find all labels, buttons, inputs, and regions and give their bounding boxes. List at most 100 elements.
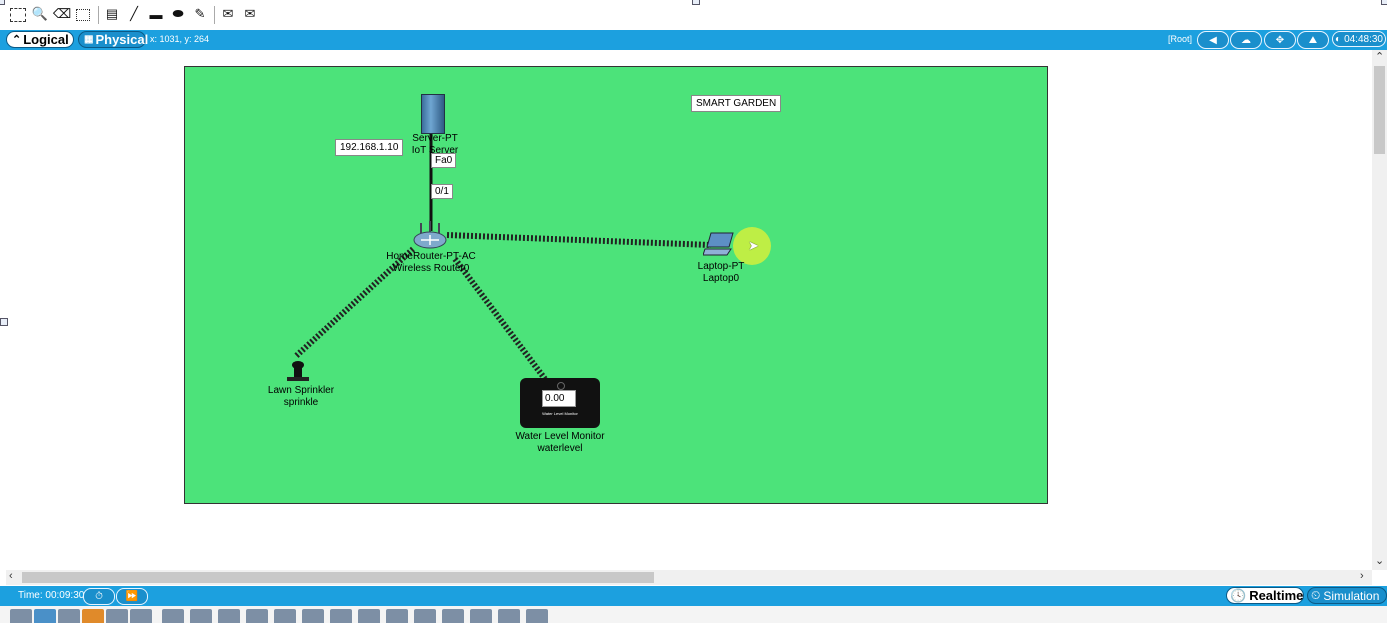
water-model: Water Level Monitor xyxy=(515,431,605,442)
inspect-icon[interactable]: 🔍 xyxy=(32,6,48,22)
device-model-icon[interactable] xyxy=(386,609,408,623)
device-model-icon[interactable] xyxy=(302,609,324,623)
simple-pdu-icon[interactable]: ✉ xyxy=(220,6,236,22)
tab-physical-label: Physical xyxy=(95,32,149,47)
toolbar-divider xyxy=(98,6,99,24)
complex-pdu-icon[interactable]: ✉ xyxy=(242,6,258,22)
move-icon: ✥ xyxy=(1275,34,1285,46)
connection-category-icon[interactable] xyxy=(82,609,104,623)
device-model-icon[interactable] xyxy=(414,609,436,623)
realtime-mode-button[interactable]: 🕓 Realtime xyxy=(1226,587,1304,604)
component-category-icon[interactable] xyxy=(130,609,152,623)
ip-note[interactable]: 192.168.1.10 xyxy=(335,139,404,156)
logical-workspace[interactable]: SMART GARDEN 192.168.1.10 Fa0 0/1 Server… xyxy=(0,50,1387,570)
time-bar: Time: 00:09:30 ⏱ ⏩ 🕓 Realtime ⏲ Simulati… xyxy=(0,586,1387,606)
hub-category-icon[interactable] xyxy=(58,609,80,623)
device-model-icon[interactable] xyxy=(190,609,212,623)
root-breadcrumb[interactable]: [Root] xyxy=(1168,34,1192,44)
logical-icon: ⌃ xyxy=(12,34,22,46)
router-name: Wireless Router0 xyxy=(392,263,470,274)
scroll-left-icon[interactable]: ‹ xyxy=(9,570,13,582)
wireless-link-water xyxy=(452,257,548,381)
horizontal-scrollbar[interactable]: ‹ › xyxy=(6,570,1372,585)
physical-icon: ▦ xyxy=(84,34,94,45)
new-cluster-button[interactable]: ☁ xyxy=(1230,31,1262,49)
laptop-name: Laptop0 xyxy=(702,273,740,284)
vertical-scroll-thumb[interactable] xyxy=(1374,66,1385,154)
router-category-icon[interactable] xyxy=(10,609,32,623)
vertical-scrollbar[interactable]: ⌃ ⌄ xyxy=(1372,50,1387,570)
device-model-icon[interactable] xyxy=(470,609,492,623)
cursor-coordinates: x: 1031, y: 264 xyxy=(150,34,210,44)
water-label: Water Level Monitor waterlevel xyxy=(515,431,604,455)
switch-category-icon[interactable] xyxy=(34,609,56,623)
water-monitor-device[interactable]: 0.00 Water Level Monitor xyxy=(520,378,600,428)
end-device-category-icon[interactable] xyxy=(106,609,128,623)
select-icon[interactable] xyxy=(10,8,26,22)
line-icon[interactable]: ╱ xyxy=(126,6,142,22)
device-model-icon[interactable] xyxy=(246,609,268,623)
mouse-pointer-icon: ➤ xyxy=(748,238,759,253)
sprinkler-device[interactable] xyxy=(285,359,311,383)
sprinkler-name: sprinkle xyxy=(283,397,319,408)
device-model-icon[interactable] xyxy=(330,609,352,623)
viewport-icon: ◐ xyxy=(1335,33,1342,45)
water-screen-caption: Water Level Monitor xyxy=(542,411,578,416)
freeform-icon[interactable]: ✎ xyxy=(192,6,208,22)
fast-forward-button[interactable]: ⏩ xyxy=(116,588,148,605)
wireless-router-icon xyxy=(413,221,447,249)
back-button[interactable]: ◀ xyxy=(1197,31,1229,49)
wireless-link-laptop xyxy=(446,232,712,248)
device-model-icon[interactable] xyxy=(218,609,240,623)
resize-handle[interactable] xyxy=(0,318,8,326)
simulation-mode-button[interactable]: ⏲ Simulation xyxy=(1307,587,1387,604)
cluster-canvas[interactable]: SMART GARDEN 192.168.1.10 Fa0 0/1 Server… xyxy=(184,66,1048,504)
laptop-model: Laptop-PT xyxy=(697,261,745,272)
device-model-icon[interactable] xyxy=(526,609,548,623)
status-led xyxy=(557,382,565,390)
toolbar-divider xyxy=(214,6,215,24)
clock-button[interactable]: ◐ 04:48:30 xyxy=(1332,31,1386,47)
note-icon[interactable]: ▤ xyxy=(104,6,120,22)
resize-handle[interactable] xyxy=(0,0,5,5)
sprinkler-model: Lawn Sprinkler xyxy=(267,385,335,396)
resize-icon[interactable] xyxy=(76,9,90,21)
image-icon: ⛰ xyxy=(1308,34,1318,46)
delete-icon[interactable]: ⌫ xyxy=(53,6,71,22)
tab-logical[interactable]: ⌃ Logical xyxy=(6,31,74,48)
background-image-button[interactable]: ⛰ xyxy=(1297,31,1329,49)
device-model-icon[interactable] xyxy=(162,609,184,623)
device-palette xyxy=(0,606,1387,623)
scroll-right-icon[interactable]: › xyxy=(1360,570,1364,582)
power-cycle-button[interactable]: ⏱ xyxy=(83,588,115,605)
mode-bar: ⌃ Logical ▦ Physical x: 1031, y: 264 [Ro… xyxy=(0,30,1387,50)
clock-time: 04:48:30 xyxy=(1344,33,1383,45)
rectangle-icon[interactable]: ▬ xyxy=(148,6,164,22)
server-model: Server-PT xyxy=(412,133,458,144)
laptop-device[interactable] xyxy=(702,231,737,257)
tab-logical-label: Logical xyxy=(23,32,69,47)
tab-physical[interactable]: ▦ Physical xyxy=(78,31,149,48)
simulation-label: Simulation xyxy=(1323,588,1380,603)
device-model-icon[interactable] xyxy=(442,609,464,623)
server-device[interactable] xyxy=(421,94,445,134)
move-object-button[interactable]: ✥ xyxy=(1264,31,1296,49)
title-note[interactable]: SMART GARDEN xyxy=(691,95,782,112)
horizontal-scroll-thumb[interactable] xyxy=(22,572,654,583)
device-model-icon[interactable] xyxy=(274,609,296,623)
resize-handle[interactable] xyxy=(692,0,700,5)
resize-handle[interactable] xyxy=(1381,0,1387,5)
cluster-icon: ☁ xyxy=(1241,34,1251,46)
laptop-icon xyxy=(702,232,734,256)
device-model-icon[interactable] xyxy=(498,609,520,623)
scroll-down-icon[interactable]: ⌄ xyxy=(1375,554,1384,567)
sprinkler-icon xyxy=(287,361,309,381)
device-model-icon[interactable] xyxy=(358,609,380,623)
sprinkler-label: Lawn Sprinkler sprinkle xyxy=(268,385,334,409)
laptop-label: Laptop-PT Laptop0 xyxy=(698,261,745,285)
ellipse-icon[interactable]: ⬬ xyxy=(170,6,186,22)
clock-icon: 🕓 xyxy=(1230,587,1247,603)
scroll-up-icon[interactable]: ⌃ xyxy=(1375,50,1384,63)
connections-layer xyxy=(292,133,712,381)
router-device[interactable] xyxy=(413,221,447,249)
